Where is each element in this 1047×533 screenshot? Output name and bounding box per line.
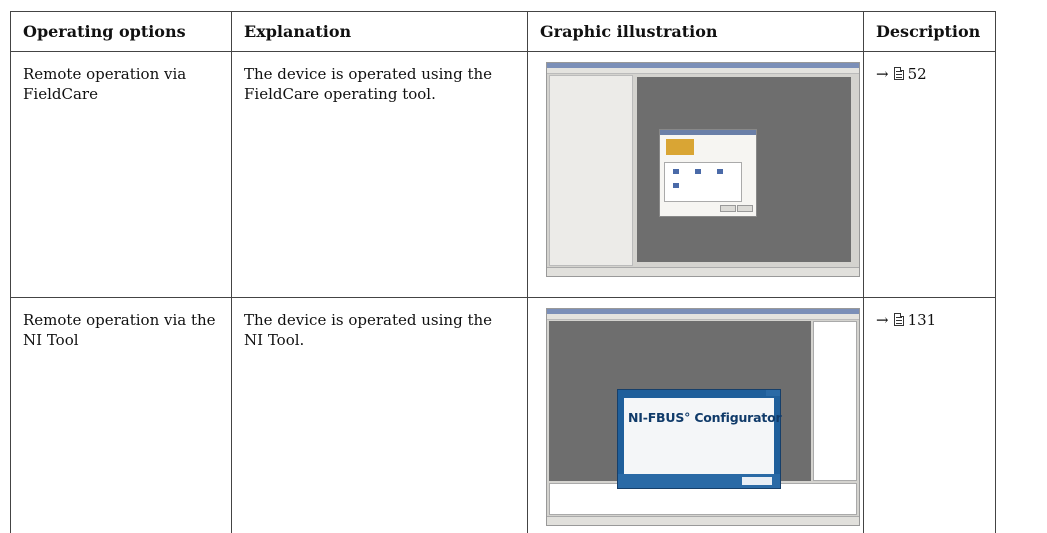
splash-title: NI-FBUS° Configurator [628, 408, 781, 428]
header-graphic-illustration: Graphic illustration [528, 12, 864, 52]
graphic-cell: NI-FBUS° Configurator [528, 298, 864, 533]
header-operating-options: Operating options [11, 12, 232, 52]
option-cell: Remote operation via FieldCare [11, 52, 232, 298]
page-icon [894, 67, 904, 80]
page-icon [894, 313, 904, 326]
splash-footer [618, 474, 780, 488]
info-pane [813, 321, 857, 481]
device-icon [717, 169, 723, 174]
table-row: Remote operation via the NI Tool The dev… [11, 298, 996, 533]
splash-panel: NI-FBUS° Configurator [624, 398, 774, 474]
page-reference: → 131 [876, 311, 936, 329]
arrow-right-icon: → [876, 311, 889, 329]
option-cell: Remote operation via the NI Tool [11, 298, 232, 533]
navigation-pane [549, 75, 633, 266]
workspace-area [637, 77, 851, 262]
description-cell: → 131 [864, 298, 996, 533]
window-menubar [547, 68, 859, 74]
explanation-cell: The device is operated using the NI Tool… [232, 298, 528, 533]
explanation-cell: The device is operated using the FieldCa… [232, 52, 528, 298]
graphic-cell [528, 52, 864, 298]
table-row: Remote operation via FieldCare The devic… [11, 52, 996, 298]
fieldcare-dialog [659, 129, 757, 217]
dialog-titlebar [660, 130, 756, 135]
dialog-button [720, 205, 736, 212]
header-description: Description [864, 12, 996, 52]
ni-logo [742, 477, 772, 485]
header-explanation: Explanation [232, 12, 528, 52]
table-header-row: Operating options Explanation Graphic il… [11, 12, 996, 52]
page-reference: → 52 [876, 65, 927, 83]
ni-fbus-screenshot: NI-FBUS° Configurator [546, 308, 860, 526]
window-statusbar [547, 267, 859, 276]
version-tab [766, 390, 780, 396]
device-icon [695, 169, 701, 174]
device-icon [673, 183, 679, 188]
dialog-body [664, 162, 742, 202]
window-menubar [547, 314, 859, 320]
page-number: 52 [908, 65, 927, 83]
operating-options-table: Operating options Explanation Graphic il… [10, 11, 996, 533]
description-cell: → 52 [864, 52, 996, 298]
configurator-splash: NI-FBUS° Configurator [617, 389, 781, 489]
page-number: 131 [908, 311, 937, 329]
dialog-button [737, 205, 753, 212]
fieldcare-screenshot [546, 62, 860, 277]
device-icon [673, 169, 679, 174]
dialog-banner-logo [666, 139, 694, 155]
arrow-right-icon: → [876, 65, 889, 83]
